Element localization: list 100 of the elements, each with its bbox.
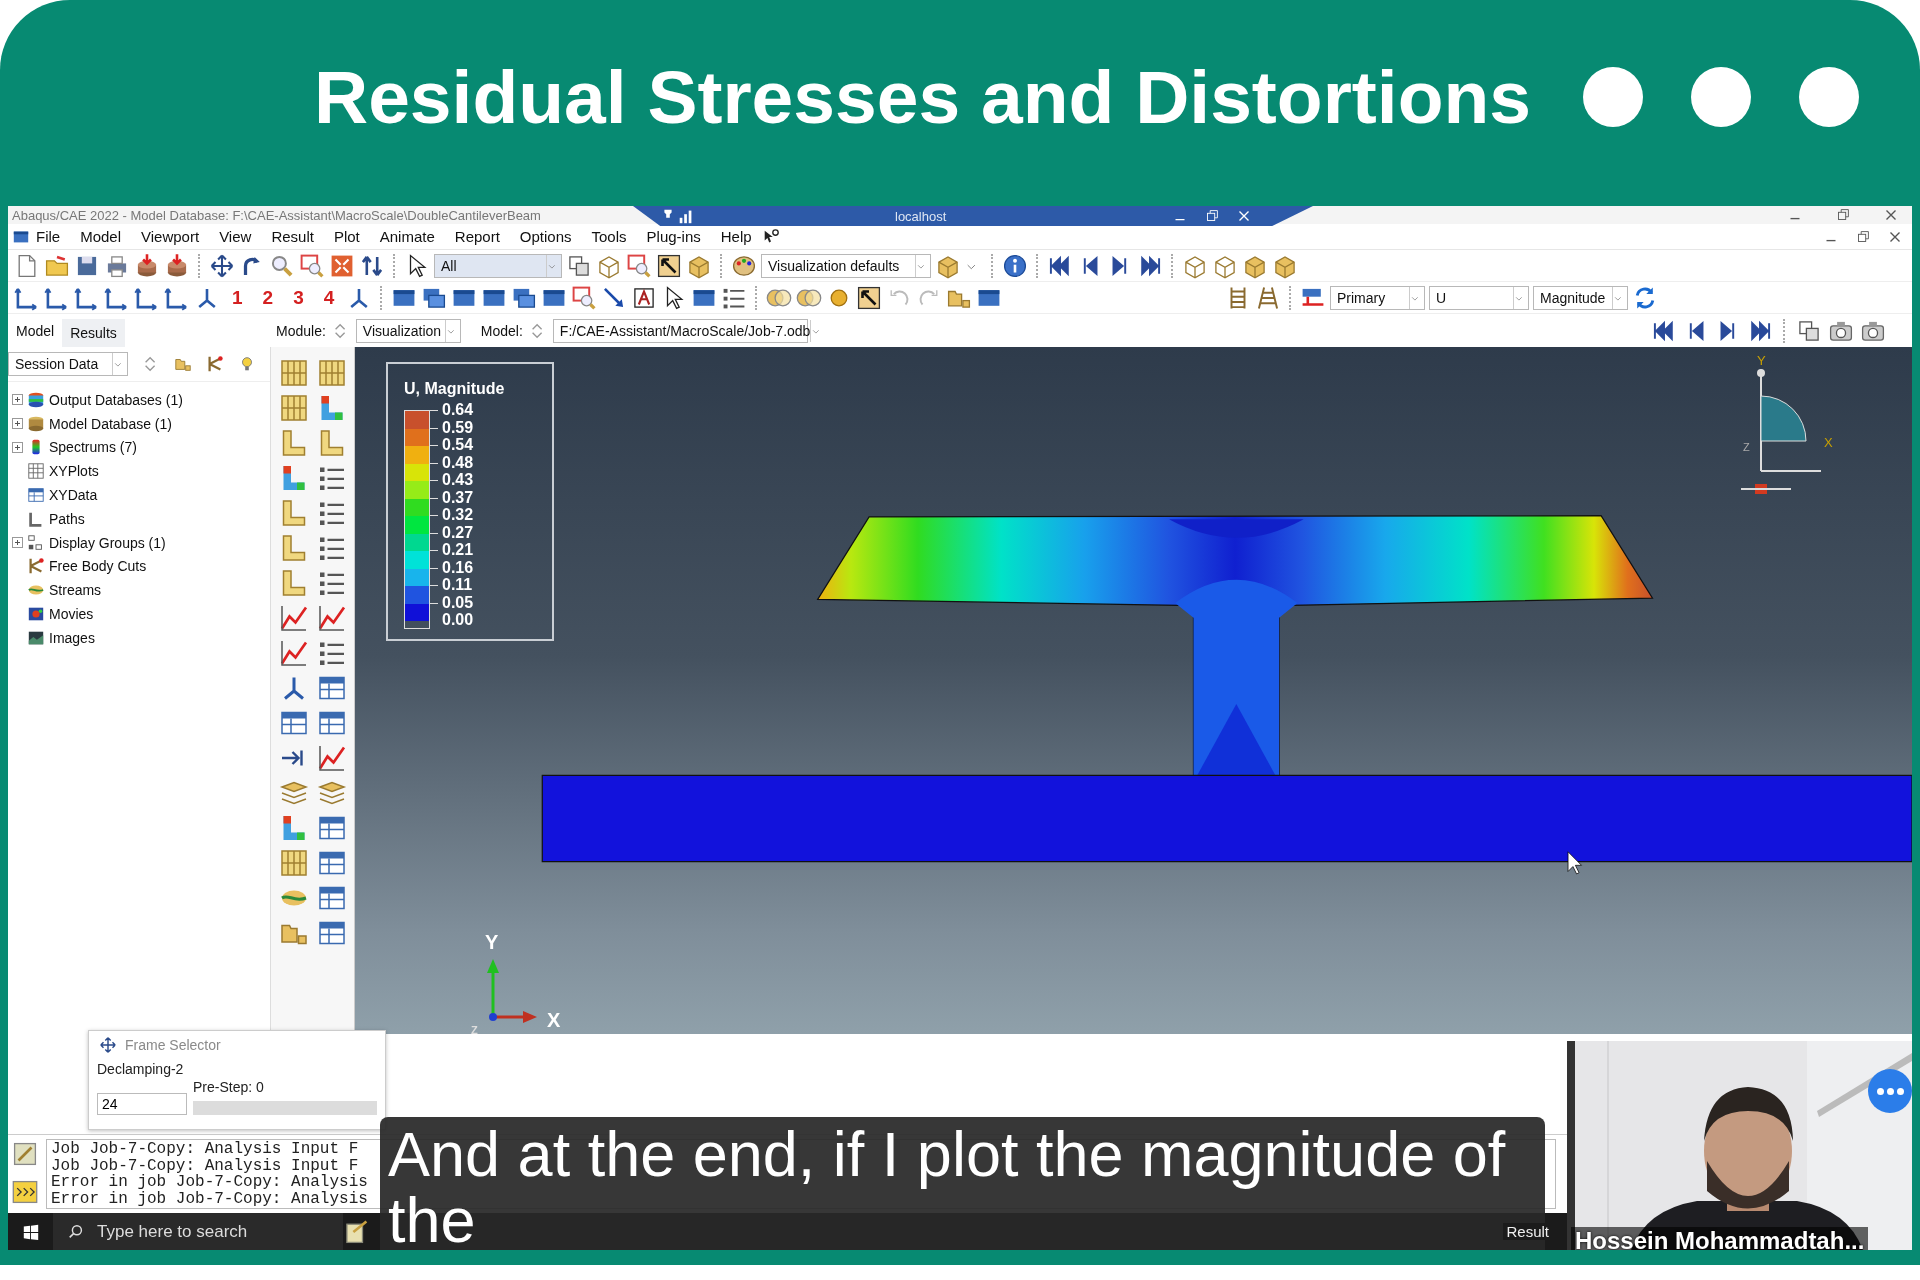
menu-item[interactable]: Plug-ins: [636, 228, 711, 245]
tree-item[interactable]: Images: [12, 625, 270, 650]
move-icon[interactable]: [209, 252, 235, 279]
legend-value: 0.64: [442, 401, 474, 419]
menu-item[interactable]: View: [209, 228, 262, 245]
menu-item[interactable]: File: [30, 228, 71, 245]
component-dropdown[interactable]: Magnitude: [1533, 285, 1628, 310]
view-number-button[interactable]: 4: [315, 286, 343, 309]
legend-value: 0.54: [442, 436, 474, 454]
message-line: Error in job Job-7-Copy: Analysis: [51, 1190, 369, 1207]
database-icon: [27, 414, 45, 433]
pre-step-label: Pre-Step: 0: [193, 1079, 265, 1095]
zoom-box-icon[interactable]: [571, 284, 598, 311]
mouse-pointer-icon: [1567, 851, 1582, 875]
variable-dropdown[interactable]: U: [1429, 285, 1529, 310]
menu-item[interactable]: Animate: [369, 228, 445, 245]
tray-label: Result: [1503, 1223, 1552, 1240]
tree-item[interactable]: Model Database (1): [12, 411, 270, 436]
menu-item[interactable]: Result: [261, 228, 324, 245]
grid-icon[interactable]: [316, 357, 347, 388]
axis-label: Y: [1757, 353, 1766, 368]
legend-value: 0.21: [442, 541, 474, 559]
tree-item[interactable]: Movies: [12, 602, 270, 626]
selection-filter-dropdown[interactable]: All: [434, 253, 562, 278]
legend-value: 0.48: [442, 453, 474, 471]
taskbar-search-field[interactable]: Type here to search: [53, 1213, 343, 1250]
remote-host-label: localhost: [895, 208, 947, 224]
zoom-box-icon[interactable]: [299, 252, 325, 279]
tree-item[interactable]: Display Groups (1): [12, 530, 270, 555]
pick-icon[interactable]: [656, 252, 682, 279]
render-style-dropdown[interactable]: Visualization defaults: [761, 253, 931, 278]
axis-label: X: [1824, 435, 1833, 450]
menu-item[interactable]: Options: [509, 228, 582, 245]
expand-icon[interactable]: [12, 537, 23, 549]
notepad-icon[interactable]: [343, 1218, 369, 1245]
axis-label: Z: [1743, 441, 1750, 453]
menu-item[interactable]: Tools: [581, 228, 637, 245]
message-area-icon[interactable]: [12, 1141, 38, 1167]
groups-icon: [27, 533, 45, 552]
menu-item[interactable]: Help: [710, 228, 762, 245]
menu-item[interactable]: Model: [70, 228, 132, 245]
tree-item[interactable]: Streams: [12, 578, 270, 603]
tree-item[interactable]: Spectrums (7): [12, 435, 270, 460]
expand-icon[interactable]: [12, 442, 23, 453]
message-line: Job Job-7-Copy: Analysis Input F: [51, 1157, 359, 1174]
legend-value: 0.11: [442, 576, 474, 594]
axis-triad-icon: [487, 959, 537, 1023]
slider-track[interactable]: [193, 1101, 377, 1115]
axis-label: X: [547, 1009, 561, 1031]
windows-start-icon[interactable]: [21, 1222, 40, 1241]
branch-icon: [27, 557, 45, 576]
view-number-button[interactable]: 3: [285, 286, 312, 309]
module-label: Module:: [276, 322, 326, 339]
session-dropdown[interactable]: Session Data: [8, 352, 128, 376]
grid-icon[interactable]: [278, 392, 309, 423]
info-icon[interactable]: [1002, 252, 1028, 279]
expand-icon[interactable]: [12, 394, 23, 406]
tab[interactable]: Results: [62, 319, 125, 347]
box-select-icon[interactable]: [626, 252, 652, 279]
legend-value: 0.27: [442, 523, 474, 541]
message-line: Error in job Job-7-Copy: Analysis: [51, 1174, 369, 1191]
view-orientation-icon: [1740, 369, 1822, 494]
model-label: Model:: [480, 322, 523, 339]
legend-value: 0.37: [442, 488, 474, 506]
grid-icon[interactable]: [278, 847, 309, 878]
legend-title: U, Magnitude: [404, 380, 506, 398]
step-name: Declamping-2: [96, 1060, 185, 1079]
tree-item[interactable]: Free Body Cuts: [12, 554, 270, 579]
menu-item[interactable]: Plot: [323, 228, 370, 245]
legend-value: 0.59: [442, 418, 474, 436]
frame-number-field[interactable]: 24: [97, 1093, 187, 1115]
legend-value: 0.05: [442, 593, 474, 611]
view-number-button[interactable]: 2: [254, 286, 282, 309]
dot-icon: [1799, 67, 1859, 127]
dot-icon: [1583, 67, 1643, 127]
position-dropdown[interactable]: Primary: [1330, 285, 1425, 310]
table-icon: [27, 486, 45, 505]
window-title: Abaqus/CAE 2022 - Model Database: F:\CAE-Assistant\MacroScale\DoubleCantileverBeam: [12, 207, 541, 223]
menu-item[interactable]: Viewport: [131, 228, 210, 245]
tree-item[interactable]: XYPlots: [12, 459, 270, 484]
message-line: Job Job-7-Copy: Analysis Input F: [51, 1141, 360, 1158]
dot-icon: [1691, 67, 1751, 127]
legend-value: 0.43: [442, 471, 474, 489]
frame-selector-icon: [99, 1036, 117, 1054]
pick-icon[interactable]: [856, 284, 883, 311]
tree-item[interactable]: XYData: [12, 483, 270, 507]
search-icon: [67, 1222, 85, 1241]
view-number-button[interactable]: 1: [224, 286, 251, 309]
database-icon: [27, 390, 45, 409]
tree-item[interactable]: Paths: [12, 507, 270, 531]
command-prompt-icon[interactable]: [12, 1179, 38, 1205]
module-dropdown[interactable]: Visualization: [355, 318, 461, 343]
ladder-icon[interactable]: [1255, 284, 1281, 311]
banner-title: Residual Stresses and Distortions: [313, 54, 1531, 140]
dialog-title: Frame Selector: [125, 1037, 221, 1053]
expand-icon[interactable]: [12, 418, 23, 430]
axis-label: Z: [471, 1024, 478, 1034]
grid-icon[interactable]: [278, 357, 309, 388]
menu-item[interactable]: Report: [444, 228, 510, 245]
tree-item[interactable]: Output Databases (1): [12, 388, 270, 412]
